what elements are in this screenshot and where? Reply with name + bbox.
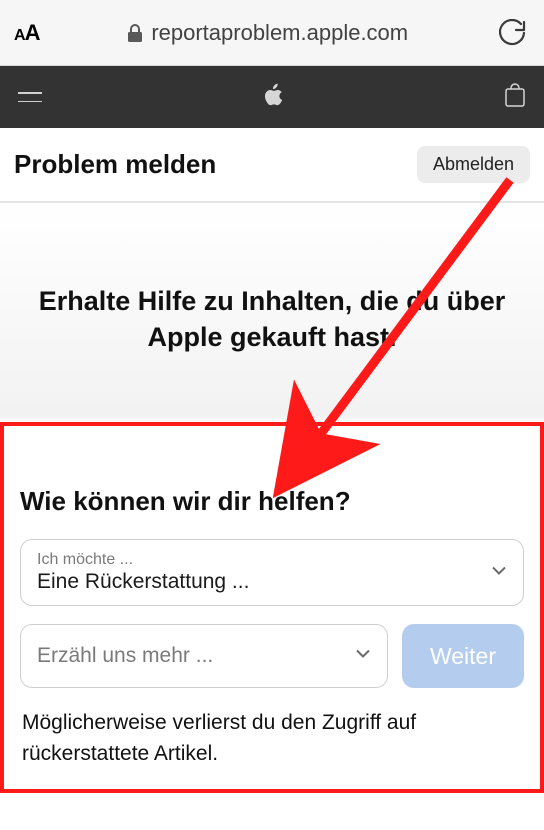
help-form-highlighted: Wie können wir dir helfen? Ich möchte ..… [0, 422, 544, 793]
chevron-down-icon [353, 644, 373, 669]
refresh-button[interactable] [496, 16, 530, 50]
chevron-down-icon [489, 560, 509, 585]
apple-logo-icon[interactable] [261, 81, 285, 114]
logout-button[interactable]: Abmelden [417, 146, 530, 183]
form-heading: Wie können wir dir helfen? [20, 486, 524, 517]
menu-button[interactable] [18, 92, 42, 102]
form-footnote: Möglicherweise verlierst du den Zugriff … [22, 708, 522, 769]
address-url: reportaproblem.apple.com [151, 20, 408, 46]
global-nav [0, 66, 544, 128]
request-type-select[interactable]: Ich möchte ... Eine Rückerstattung ... [20, 539, 524, 606]
page-header: Problem melden Abmelden [0, 128, 544, 202]
field-value: Eine Rückerstattung ... [37, 569, 479, 595]
browser-chrome: AA reportaproblem.apple.com [0, 0, 544, 66]
shopping-bag-icon[interactable] [504, 82, 526, 113]
address-bar[interactable]: reportaproblem.apple.com [51, 12, 484, 54]
next-button[interactable]: Weiter [402, 624, 524, 688]
field-placeholder: Erzähl uns mehr ... [37, 644, 343, 668]
page-title: Problem melden [14, 149, 216, 180]
details-select[interactable]: Erzähl uns mehr ... [20, 624, 388, 688]
help-banner: Erhalte Hilfe zu Inhalten, die du über A… [0, 202, 544, 426]
field-hint: Ich möchte ... [37, 550, 479, 569]
text-size-control[interactable]: AA [14, 20, 39, 46]
lock-icon [127, 23, 143, 43]
